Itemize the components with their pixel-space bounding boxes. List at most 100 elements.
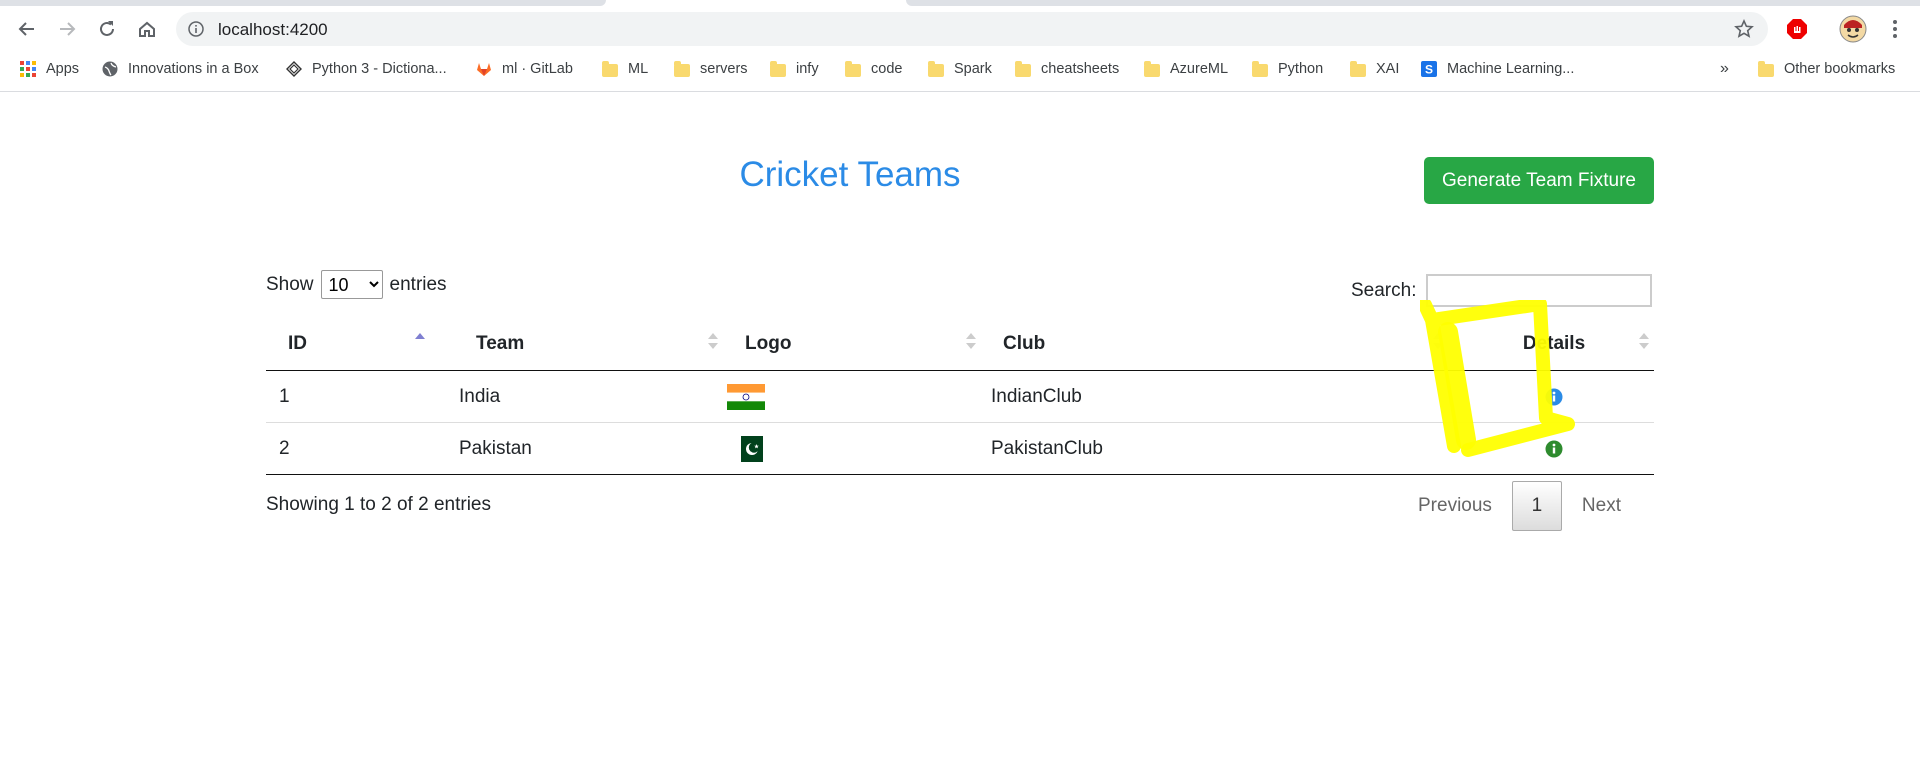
folder-icon — [602, 60, 618, 77]
bookmark-folder-servers[interactable]: servers — [674, 54, 748, 84]
bookmark-star-icon[interactable] — [1734, 19, 1754, 39]
column-label: ID — [288, 333, 307, 354]
bookmark-label: Apps — [46, 61, 80, 77]
entries-length-control: Show 10 entries — [266, 270, 447, 299]
adblock-extension-icon[interactable] — [1782, 14, 1812, 44]
column-header-logo[interactable]: Logo — [723, 318, 979, 371]
gitlab-icon — [477, 63, 491, 76]
search-label: Search: — [1351, 279, 1417, 301]
page-1-button[interactable]: 1 — [1511, 481, 1562, 531]
address-bar[interactable]: localhost:4200 — [176, 12, 1768, 46]
bookmark-apps[interactable]: Apps — [20, 54, 79, 84]
sort-ascending-icon — [414, 333, 425, 353]
bookmark-label: Python 3 - Dictiona... — [312, 61, 447, 77]
page-title: Cricket Teams — [739, 155, 961, 194]
entries-label: entries — [389, 273, 447, 295]
bookmark-label: Spark — [954, 61, 992, 77]
folder-icon — [770, 60, 786, 77]
entries-length-select[interactable]: 10 — [320, 270, 383, 299]
cell-logo — [723, 422, 979, 475]
bookmark-folder-xai[interactable]: XAI — [1350, 54, 1399, 84]
back-icon[interactable] — [12, 14, 42, 44]
tab-right[interactable] — [906, 0, 1920, 6]
table-info-text: Showing 1 to 2 of 2 entries — [266, 494, 491, 515]
folder-icon — [928, 60, 944, 77]
column-header-club[interactable]: Club — [979, 318, 1454, 371]
column-label: Team — [476, 333, 525, 354]
column-label: Logo — [745, 333, 792, 354]
bookmark-label: cheatsheets — [1041, 61, 1120, 77]
browser-menu-icon[interactable] — [1880, 14, 1910, 44]
cell-club: IndianClub — [979, 370, 1454, 423]
sort-both-icon — [965, 333, 976, 353]
browser-chrome: localhost:4200 Apps Innovations in a Box — [0, 0, 1920, 92]
bookmark-gitlab[interactable]: ml · GitLab — [476, 54, 573, 84]
bookmark-python3-dict[interactable]: Python 3 - Dictiona... — [286, 54, 447, 84]
folder-icon — [1015, 60, 1031, 77]
bookmark-folder-spark[interactable]: Spark — [928, 54, 992, 84]
browser-toolbar: localhost:4200 — [0, 8, 1920, 48]
bookmark-innovations[interactable]: Innovations in a Box — [102, 54, 259, 84]
yellow-highlight-annotation — [1420, 300, 1575, 457]
overflow-chevron-icon: » — [1720, 60, 1729, 77]
chrome-divider — [0, 91, 1920, 92]
bookmark-label: XAI — [1376, 61, 1400, 77]
cell-team: Pakistan — [454, 422, 723, 475]
generate-team-fixture-button[interactable]: Generate Team Fixture — [1424, 157, 1654, 204]
bookmark-folder-infy[interactable]: infy — [770, 54, 819, 84]
bookmark-folder-code[interactable]: code — [845, 54, 902, 84]
pagination: Previous 1 Next — [1398, 480, 1641, 532]
folder-icon — [1252, 60, 1268, 77]
next-page-button[interactable]: Next — [1562, 495, 1641, 517]
cell-club: PakistanClub — [979, 422, 1454, 475]
cell-team: India — [454, 370, 723, 423]
url-text[interactable]: localhost:4200 — [218, 20, 328, 40]
profile-avatar-icon[interactable] — [1838, 14, 1868, 44]
bookmark-folder-ml[interactable]: ML — [602, 54, 648, 84]
bookmarks-bar: Apps Innovations in a Box Python 3 - Dic… — [0, 54, 1920, 84]
bookmark-label: Machine Learning... — [1447, 61, 1575, 77]
sort-both-icon — [707, 333, 718, 353]
bookmark-folder-azureml[interactable]: AzureML — [1144, 54, 1228, 84]
bookmark-label: Python — [1278, 61, 1324, 77]
bookmark-folder-cheatsheets[interactable]: cheatsheets — [1015, 54, 1119, 84]
svg-text:S: S — [1425, 63, 1433, 77]
s-badge-icon: S — [1421, 61, 1437, 77]
bookmark-label: Innovations in a Box — [128, 61, 259, 77]
bookmark-label: ml · GitLab — [502, 61, 573, 77]
show-label: Show — [266, 273, 314, 295]
tab-left[interactable] — [0, 0, 606, 6]
bookmarks-overflow-button[interactable]: » — [1720, 54, 1729, 84]
forward-icon[interactable] — [52, 14, 82, 44]
bookmark-label: code — [871, 61, 903, 77]
cell-id: 2 — [266, 422, 454, 475]
column-header-id[interactable]: ID — [266, 318, 454, 371]
pakistan-flag-icon — [735, 435, 763, 462]
folder-icon — [845, 60, 861, 77]
column-header-team[interactable]: Team — [454, 318, 723, 371]
bookmark-label: AzureML — [1170, 61, 1229, 77]
reload-icon[interactable] — [92, 14, 122, 44]
cell-id: 1 — [266, 370, 454, 423]
cell-logo — [723, 370, 979, 423]
previous-page-button[interactable]: Previous — [1398, 495, 1512, 517]
python-diamond-icon — [286, 61, 302, 77]
bookmark-machine-learning[interactable]: S Machine Learning... — [1421, 54, 1574, 84]
folder-icon — [1144, 60, 1160, 77]
bookmark-folder-python[interactable]: Python — [1252, 54, 1323, 84]
tab-strip — [0, 0, 1920, 6]
bookmark-label: Other bookmarks — [1784, 61, 1896, 77]
folder-icon — [1758, 60, 1774, 77]
india-flag-icon — [727, 383, 765, 410]
bookmark-other-bookmarks[interactable]: Other bookmarks — [1758, 54, 1895, 84]
sort-both-icon — [1638, 333, 1649, 353]
apps-grid-icon — [20, 61, 36, 77]
folder-icon — [674, 60, 690, 77]
globe-icon — [102, 61, 118, 77]
home-icon[interactable] — [132, 14, 162, 44]
bookmark-label: servers — [700, 61, 748, 77]
column-label: Club — [1003, 333, 1046, 354]
bookmark-label: ML — [628, 61, 649, 77]
folder-icon — [1350, 60, 1366, 77]
site-info-icon[interactable] — [188, 21, 204, 37]
